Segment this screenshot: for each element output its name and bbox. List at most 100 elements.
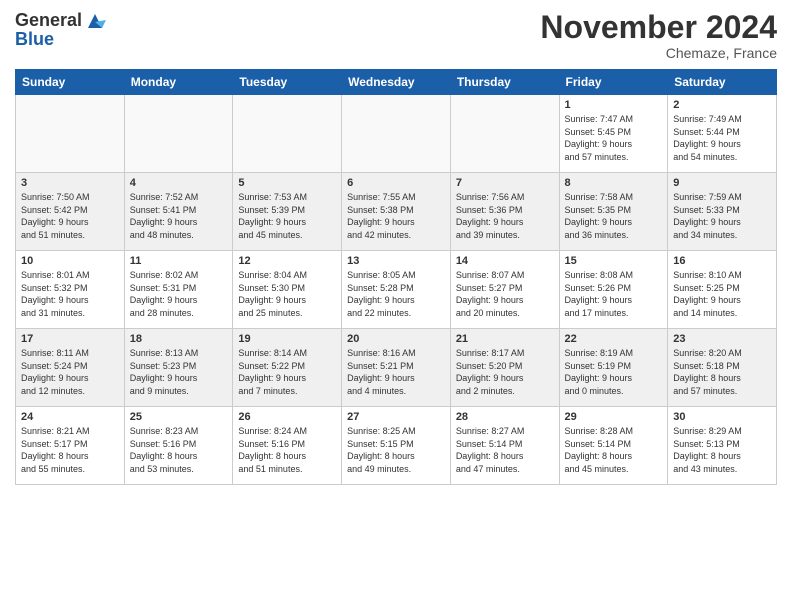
calendar-header-row: Sunday Monday Tuesday Wednesday Thursday… — [16, 70, 777, 95]
calendar-cell: 19Sunrise: 8:14 AM Sunset: 5:22 PM Dayli… — [233, 329, 342, 407]
day-number: 11 — [130, 255, 228, 267]
week-row-3: 10 Sunrise: 8:01 AM Sunset: 5:32 PM Dayli… — [16, 251, 777, 329]
day-number: 15 — [565, 255, 663, 267]
day-info: Sunrise: 8:24 AM Sunset: 5:16 PM Dayligh… — [238, 425, 336, 475]
calendar-cell — [450, 95, 559, 173]
day-number: 17 — [21, 333, 119, 345]
calendar-cell: 6 Sunrise: 7:55 AM Sunset: 5:38 PM Daylig… — [342, 173, 451, 251]
day-number: 10 — [21, 255, 119, 267]
col-saturday: Saturday — [668, 70, 777, 95]
day-number: 20 — [347, 333, 445, 345]
day-info: Sunrise: 8:11 AM Sunset: 5:24 PM Dayligh… — [21, 347, 119, 397]
day-info: Sunrise: 8:02 AM Sunset: 5:31 PM Dayligh… — [130, 269, 228, 319]
calendar-cell: 9 Sunrise: 7:59 AM Sunset: 5:33 PM Daylig… — [668, 173, 777, 251]
day-info: Sunrise: 8:19 AM Sunset: 5:19 PM Dayligh… — [565, 347, 663, 397]
day-info: Sunrise: 8:23 AM Sunset: 5:16 PM Dayligh… — [130, 425, 228, 475]
calendar-cell: 14 Sunrise: 8:07 AM Sunset: 5:27 PM Dayli… — [450, 251, 559, 329]
day-info: Sunrise: 8:25 AM Sunset: 5:15 PM Dayligh… — [347, 425, 445, 475]
calendar-cell: 21Sunrise: 8:17 AM Sunset: 5:20 PM Dayli… — [450, 329, 559, 407]
calendar-cell: 7 Sunrise: 7:56 AM Sunset: 5:36 PM Daylig… — [450, 173, 559, 251]
calendar-cell: 23Sunrise: 8:20 AM Sunset: 5:18 PM Dayli… — [668, 329, 777, 407]
day-info: Sunrise: 8:13 AM Sunset: 5:23 PM Dayligh… — [130, 347, 228, 397]
day-number: 22 — [565, 333, 663, 345]
col-monday: Monday — [124, 70, 233, 95]
calendar-cell: 5Sunrise: 7:53 AM Sunset: 5:39 PM Daylig… — [233, 173, 342, 251]
day-info: Sunrise: 8:08 AM Sunset: 5:26 PM Dayligh… — [565, 269, 663, 319]
day-info: Sunrise: 8:10 AM Sunset: 5:25 PM Dayligh… — [673, 269, 771, 319]
logo: General Blue — [15, 10, 106, 50]
week-row-2: 3 Sunrise: 7:50 AM Sunset: 5:42 PM Daylig… — [16, 173, 777, 251]
week-row-1: 1 Sunrise: 7:47 AM Sunset: 5:45 PM Daylig… — [16, 95, 777, 173]
calendar-cell — [233, 95, 342, 173]
day-info: Sunrise: 8:01 AM Sunset: 5:32 PM Dayligh… — [21, 269, 119, 319]
day-number: 1 — [565, 99, 663, 111]
calendar-cell — [124, 95, 233, 173]
calendar-cell: 11 Sunrise: 8:02 AM Sunset: 5:31 PM Dayli… — [124, 251, 233, 329]
day-info: Sunrise: 7:50 AM Sunset: 5:42 PM Dayligh… — [21, 191, 119, 241]
day-info: Sunrise: 8:07 AM Sunset: 5:27 PM Dayligh… — [456, 269, 554, 319]
day-number: 21 — [456, 333, 554, 345]
calendar-cell: 8Sunrise: 7:58 AM Sunset: 5:35 PM Daylig… — [559, 173, 668, 251]
calendar-cell: 1 Sunrise: 7:47 AM Sunset: 5:45 PM Daylig… — [559, 95, 668, 173]
calendar-cell: 25Sunrise: 8:23 AM Sunset: 5:16 PM Dayli… — [124, 407, 233, 485]
day-number: 14 — [456, 255, 554, 267]
calendar-cell: 24 Sunrise: 8:21 AM Sunset: 5:17 PM Dayli… — [16, 407, 125, 485]
day-info: Sunrise: 8:27 AM Sunset: 5:14 PM Dayligh… — [456, 425, 554, 475]
calendar-cell: 29 Sunrise: 8:28 AM Sunset: 5:14 PM Dayli… — [559, 407, 668, 485]
page-header: General Blue November 2024 Chemaze, Fran… — [15, 10, 777, 61]
day-info: Sunrise: 8:28 AM Sunset: 5:14 PM Dayligh… — [565, 425, 663, 475]
day-info: Sunrise: 8:20 AM Sunset: 5:18 PM Dayligh… — [673, 347, 771, 397]
day-number: 3 — [21, 177, 119, 189]
col-tuesday: Tuesday — [233, 70, 342, 95]
day-info: Sunrise: 7:55 AM Sunset: 5:38 PM Dayligh… — [347, 191, 445, 241]
day-info: Sunrise: 7:47 AM Sunset: 5:45 PM Dayligh… — [565, 113, 663, 163]
col-thursday: Thursday — [450, 70, 559, 95]
calendar-cell: 27 Sunrise: 8:25 AM Sunset: 5:15 PM Dayli… — [342, 407, 451, 485]
calendar-cell: 20 Sunrise: 8:16 AM Sunset: 5:21 PM Dayli… — [342, 329, 451, 407]
calendar-cell: 28 Sunrise: 8:27 AM Sunset: 5:14 PM Dayli… — [450, 407, 559, 485]
day-number: 26 — [238, 411, 336, 423]
day-number: 28 — [456, 411, 554, 423]
day-number: 2 — [673, 99, 771, 111]
calendar-cell: 10 Sunrise: 8:01 AM Sunset: 5:32 PM Dayli… — [16, 251, 125, 329]
calendar-cell: 18 Sunrise: 8:13 AM Sunset: 5:23 PM Dayli… — [124, 329, 233, 407]
day-number: 7 — [456, 177, 554, 189]
calendar-cell — [342, 95, 451, 173]
logo-general: General — [15, 11, 82, 31]
calendar-cell: 4 Sunrise: 7:52 AM Sunset: 5:41 PM Daylig… — [124, 173, 233, 251]
day-info: Sunrise: 8:16 AM Sunset: 5:21 PM Dayligh… — [347, 347, 445, 397]
calendar-cell: 13Sunrise: 8:05 AM Sunset: 5:28 PM Dayli… — [342, 251, 451, 329]
day-info: Sunrise: 7:58 AM Sunset: 5:35 PM Dayligh… — [565, 191, 663, 241]
day-info: Sunrise: 8:05 AM Sunset: 5:28 PM Dayligh… — [347, 269, 445, 319]
day-info: Sunrise: 7:52 AM Sunset: 5:41 PM Dayligh… — [130, 191, 228, 241]
calendar-cell: 15 Sunrise: 8:08 AM Sunset: 5:26 PM Dayli… — [559, 251, 668, 329]
day-number: 27 — [347, 411, 445, 423]
month-title: November 2024 — [540, 10, 777, 45]
day-info: Sunrise: 7:59 AM Sunset: 5:33 PM Dayligh… — [673, 191, 771, 241]
day-number: 24 — [21, 411, 119, 423]
day-info: Sunrise: 8:04 AM Sunset: 5:30 PM Dayligh… — [238, 269, 336, 319]
day-info: Sunrise: 8:29 AM Sunset: 5:13 PM Dayligh… — [673, 425, 771, 475]
calendar-cell: 17 Sunrise: 8:11 AM Sunset: 5:24 PM Dayli… — [16, 329, 125, 407]
calendar-cell: 26 Sunrise: 8:24 AM Sunset: 5:16 PM Dayli… — [233, 407, 342, 485]
day-number: 30 — [673, 411, 771, 423]
col-wednesday: Wednesday — [342, 70, 451, 95]
title-block: November 2024 Chemaze, France — [540, 10, 777, 61]
day-number: 19 — [238, 333, 336, 345]
logo-icon — [84, 10, 106, 32]
day-info: Sunrise: 7:56 AM Sunset: 5:36 PM Dayligh… — [456, 191, 554, 241]
day-number: 29 — [565, 411, 663, 423]
day-info: Sunrise: 7:49 AM Sunset: 5:44 PM Dayligh… — [673, 113, 771, 163]
day-number: 12 — [238, 255, 336, 267]
day-number: 18 — [130, 333, 228, 345]
day-number: 6 — [347, 177, 445, 189]
col-sunday: Sunday — [16, 70, 125, 95]
calendar-cell: 3 Sunrise: 7:50 AM Sunset: 5:42 PM Daylig… — [16, 173, 125, 251]
day-number: 4 — [130, 177, 228, 189]
day-number: 9 — [673, 177, 771, 189]
calendar-cell: 2 Sunrise: 7:49 AM Sunset: 5:44 PM Daylig… — [668, 95, 777, 173]
day-info: Sunrise: 8:21 AM Sunset: 5:17 PM Dayligh… — [21, 425, 119, 475]
week-row-4: 17 Sunrise: 8:11 AM Sunset: 5:24 PM Dayli… — [16, 329, 777, 407]
calendar: Sunday Monday Tuesday Wednesday Thursday… — [15, 69, 777, 485]
calendar-cell — [16, 95, 125, 173]
